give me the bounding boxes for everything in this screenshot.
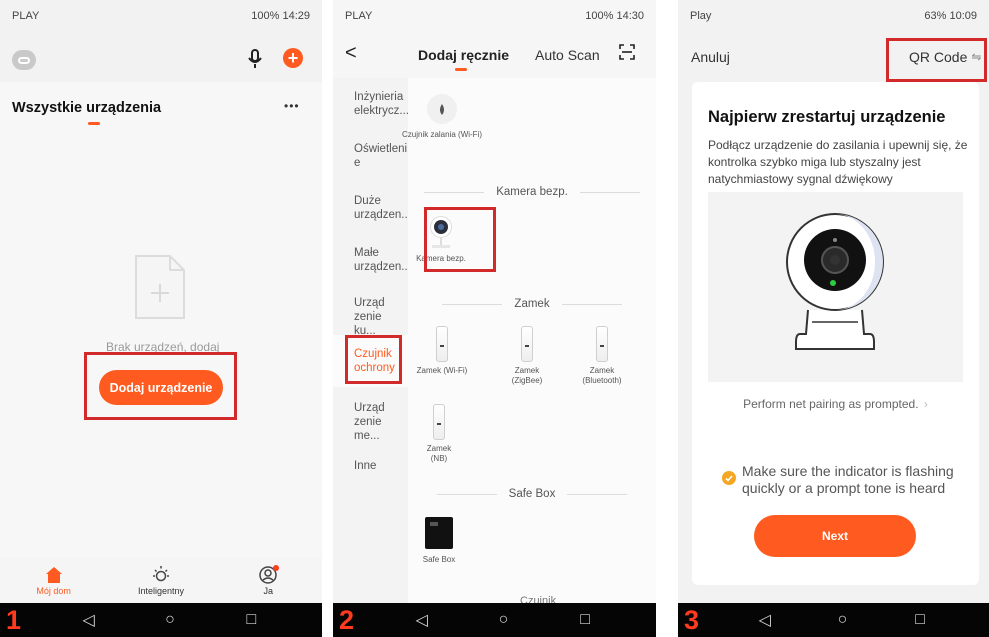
tab-me[interactable]: Ja — [228, 564, 308, 596]
tab-label: Ja — [263, 586, 274, 596]
more-button[interactable]: ••• — [284, 99, 300, 113]
back-nav-icon[interactable]: ◁ — [407, 605, 437, 635]
status-right: 63% 10:09 — [924, 10, 977, 22]
pairing-prompt-label: Perform net pairing as prompted. — [743, 397, 919, 411]
lock-icon — [433, 404, 445, 440]
highlight-add-device — [84, 352, 237, 420]
device-water-sensor[interactable]: Czujnik zalania (Wi-Fi) — [402, 94, 482, 140]
device-lock-nb[interactable]: Zamek (NB) — [399, 404, 479, 464]
tab-label: Inteligentny — [137, 586, 184, 596]
device-safe-box[interactable]: Safe Box — [399, 517, 479, 565]
device-label: Zamek (Bluetooth) — [582, 366, 622, 385]
water-drop-icon — [427, 94, 457, 124]
device-label: Safe Box — [422, 555, 456, 564]
step-number: 2 — [339, 605, 355, 635]
carrier-label: PLAY — [345, 10, 373, 22]
bottom-tab-bar: Mój dom Inteligentny Ja — [0, 557, 322, 603]
profile-icon — [258, 564, 280, 586]
home-nav-icon[interactable]: ○ — [155, 605, 185, 635]
carrier-label: PLAY — [12, 10, 40, 22]
chevron-right-icon: › — [923, 397, 928, 411]
recents-nav-icon[interactable]: □ — [236, 605, 266, 635]
tab-smart[interactable]: Inteligentny — [121, 564, 201, 596]
android-nav-bar: ◁ ○ □ — [333, 603, 656, 637]
tab-add-manually[interactable]: Dodaj ręcznie — [418, 47, 509, 63]
page-title: Najpierw zrestartuj urządzenie — [708, 108, 946, 126]
home-nav-icon[interactable]: ○ — [488, 605, 518, 635]
tab-underline — [455, 68, 467, 71]
tab-auto-scan[interactable]: Auto Scan — [535, 47, 600, 63]
instruction-text: Podłącz urządzenie do zasilania i upewni… — [708, 138, 968, 186]
section-title: Safe Box — [408, 488, 656, 500]
home-nav-icon[interactable]: ○ — [827, 605, 857, 635]
status-right: 100% 14:30 — [585, 10, 644, 22]
category-item[interactable]: Inżynieria elektrycz... — [333, 90, 409, 118]
status-right: 100% 14:29 — [251, 10, 310, 22]
next-button[interactable]: Next — [754, 515, 916, 557]
device-lock-zigbee[interactable]: Zamek (ZigBee) — [487, 326, 567, 386]
device-list: Czujnik zalania (Wi-Fi) Kamera bezp. Kam… — [402, 78, 656, 607]
device-lock-bluetooth[interactable]: Zamek (Bluetooth) — [562, 326, 642, 386]
recents-nav-icon[interactable]: □ — [905, 605, 935, 635]
recents-nav-icon[interactable]: □ — [570, 605, 600, 635]
category-item[interactable]: Małe urządzen... — [333, 246, 411, 274]
android-nav-bar: ◁ ○ □ — [678, 603, 989, 637]
section-title: Zamek — [408, 298, 656, 310]
screen-reset-device: Play 63% 10:09 Anuluj QR Code ⇋ Najpierw… — [678, 0, 989, 637]
confirm-text: Make sure the indicator is flashing quic… — [742, 463, 954, 496]
highlight-camera — [424, 207, 496, 272]
add-icon[interactable]: + — [283, 48, 303, 68]
step-number: 1 — [6, 605, 22, 635]
devices-card: Wszystkie urządzenia ••• Brak urządzeń, … — [0, 82, 322, 557]
tab-label: Mój dom — [36, 586, 71, 596]
cancel-button[interactable]: Anuluj — [691, 49, 730, 65]
header: < Dodaj ręcznie Auto Scan — [333, 32, 656, 78]
device-label: Czujnik zalania (Wi-Fi) — [402, 130, 483, 139]
avatar[interactable] — [12, 50, 36, 70]
notification-dot — [273, 565, 280, 571]
category-item[interactable]: Oświetleni e — [333, 142, 408, 170]
highlight-qr-code — [886, 38, 987, 82]
lock-icon — [521, 326, 533, 362]
safe-box-icon — [425, 517, 453, 549]
step-number: 3 — [684, 605, 700, 635]
carrier-label: Play — [690, 10, 712, 22]
back-nav-icon[interactable]: ◁ — [750, 605, 780, 635]
home-icon — [45, 564, 63, 586]
status-bar: PLAY 100% 14:30 — [333, 0, 656, 32]
screen-my-home: PLAY 100% 14:29 + Wszystkie urządzenia •… — [0, 0, 322, 637]
category-item[interactable]: Inne — [333, 459, 408, 473]
android-nav-bar: ◁ ○ □ — [0, 603, 322, 637]
status-bar: Play 63% 10:09 — [678, 0, 989, 32]
lock-icon — [436, 326, 448, 362]
pairing-prompt-link[interactable]: Perform net pairing as prompted. › — [692, 397, 979, 411]
tab-my-home[interactable]: Mój dom — [14, 564, 94, 596]
scan-icon[interactable] — [619, 44, 635, 60]
camera-illustration — [708, 192, 963, 382]
highlight-security-sensor — [345, 335, 402, 384]
category-item[interactable]: Duże urządzen... — [333, 194, 411, 222]
screen-add-manually: PLAY 100% 14:30 < Dodaj ręcznie Auto Sca… — [333, 0, 656, 637]
back-button[interactable]: < — [345, 42, 357, 65]
category-item[interactable]: Urząd zenie me... — [333, 401, 408, 443]
device-lock-wifi[interactable]: Zamek (Wi-Fi) — [402, 326, 482, 376]
page-title: Wszystkie urządzenia — [12, 100, 162, 116]
status-bar: PLAY 100% 14:29 — [0, 0, 322, 32]
microphone-icon[interactable] — [247, 49, 263, 69]
sun-icon — [151, 564, 171, 586]
instruction-card: Najpierw zrestartuj urządzenie Podłącz u… — [692, 82, 979, 585]
checkbox-checked-icon[interactable] — [722, 471, 736, 485]
device-label: Zamek (NB) — [426, 444, 452, 463]
empty-document-icon — [134, 254, 186, 320]
category-item[interactable]: Urząd zenie ku... — [333, 296, 408, 338]
back-nav-icon[interactable]: ◁ — [74, 605, 104, 635]
title-underline — [88, 122, 100, 125]
lock-icon — [596, 326, 608, 362]
device-label: Zamek (ZigBee) — [511, 366, 543, 385]
device-label: Zamek (Wi-Fi) — [416, 366, 468, 375]
section-title: Kamera bezp. — [408, 186, 656, 198]
